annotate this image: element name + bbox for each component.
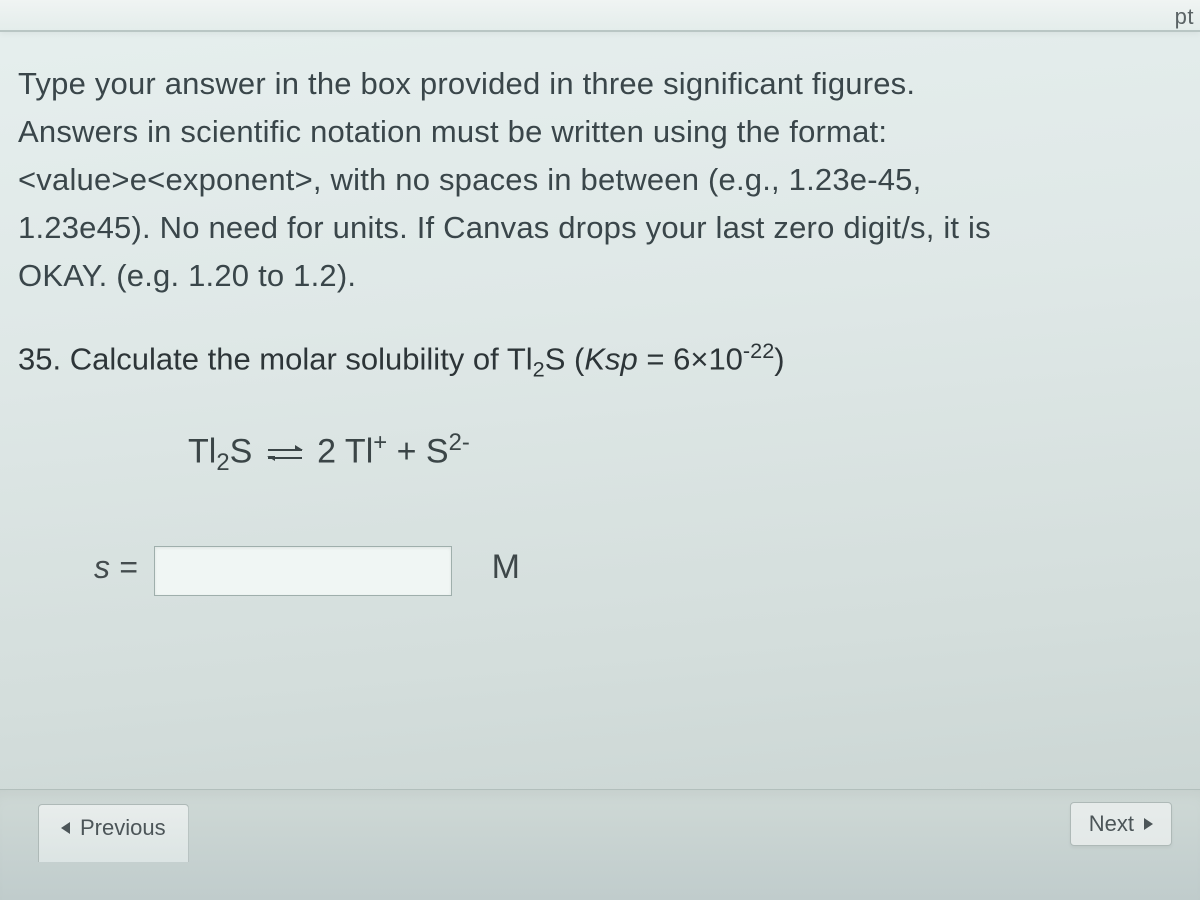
previous-button[interactable]: Previous bbox=[38, 804, 189, 890]
chevron-left-icon bbox=[61, 822, 70, 834]
eq-rhs-s: S bbox=[426, 433, 449, 471]
eq-lhs-s: S bbox=[230, 433, 253, 471]
equilibrium-arrows-icon bbox=[268, 444, 302, 464]
equilibrium-equation: Tl2S 2 Tl+ + S2- bbox=[188, 429, 1174, 477]
next-button[interactable]: Next bbox=[1070, 802, 1172, 846]
ksp-exponent: -22 bbox=[743, 338, 774, 363]
eq-lhs-tl: Tl bbox=[188, 433, 216, 471]
points-fragment: pt bbox=[1175, 4, 1194, 30]
answer-row: s = M bbox=[94, 546, 1174, 596]
question-prompt: 35. Calculate the molar solubility of Tl… bbox=[18, 334, 1174, 387]
ksp-value: = 6×10 bbox=[638, 342, 743, 377]
eq-rhs-s-charge: 2- bbox=[449, 429, 470, 456]
formula-sub-2: 2 bbox=[533, 357, 545, 382]
unit-label: M bbox=[492, 548, 520, 587]
next-button-label: Next bbox=[1089, 811, 1134, 837]
ksp-symbol: Ksp bbox=[584, 342, 637, 377]
top-toolbar-strip bbox=[0, 0, 1200, 32]
eq-plus: + bbox=[387, 433, 426, 471]
question-text-mid: S ( bbox=[545, 342, 585, 377]
instructions-block: Type your answer in the box provided in … bbox=[18, 60, 1174, 300]
bottom-nav-bar: Next Previous bbox=[0, 789, 1200, 900]
previous-button-label: Previous bbox=[80, 815, 166, 841]
eq-rhs-coef: 2 bbox=[317, 433, 336, 471]
eq-lhs-sub2: 2 bbox=[216, 450, 229, 477]
chevron-right-icon bbox=[1144, 818, 1153, 830]
quiz-question-screen: pt Type your answer in the box provided … bbox=[0, 0, 1200, 900]
eq-rhs-tl: Tl bbox=[336, 433, 373, 471]
answer-label: s = bbox=[94, 549, 138, 586]
question-content: Type your answer in the box provided in … bbox=[0, 32, 1200, 596]
eq-rhs-tl-charge: + bbox=[373, 429, 387, 456]
question-number: 35. bbox=[18, 342, 61, 377]
question-close-paren: ) bbox=[774, 342, 784, 377]
instr-line-3a: <value>e<exponent>, with no spaces in be… bbox=[18, 162, 921, 197]
instr-line-1: Type your answer in the box provided in … bbox=[18, 66, 915, 101]
answer-input[interactable] bbox=[154, 546, 452, 596]
instr-line-3b: 1.23e45). No need for units. If Canvas d… bbox=[18, 210, 991, 245]
instr-line-3c: OKAY. (e.g. 1.20 to 1.2). bbox=[18, 258, 356, 293]
instr-line-2: Answers in scientific notation must be w… bbox=[18, 114, 887, 149]
question-text-pre: Calculate the molar solubility of Tl bbox=[70, 342, 533, 377]
